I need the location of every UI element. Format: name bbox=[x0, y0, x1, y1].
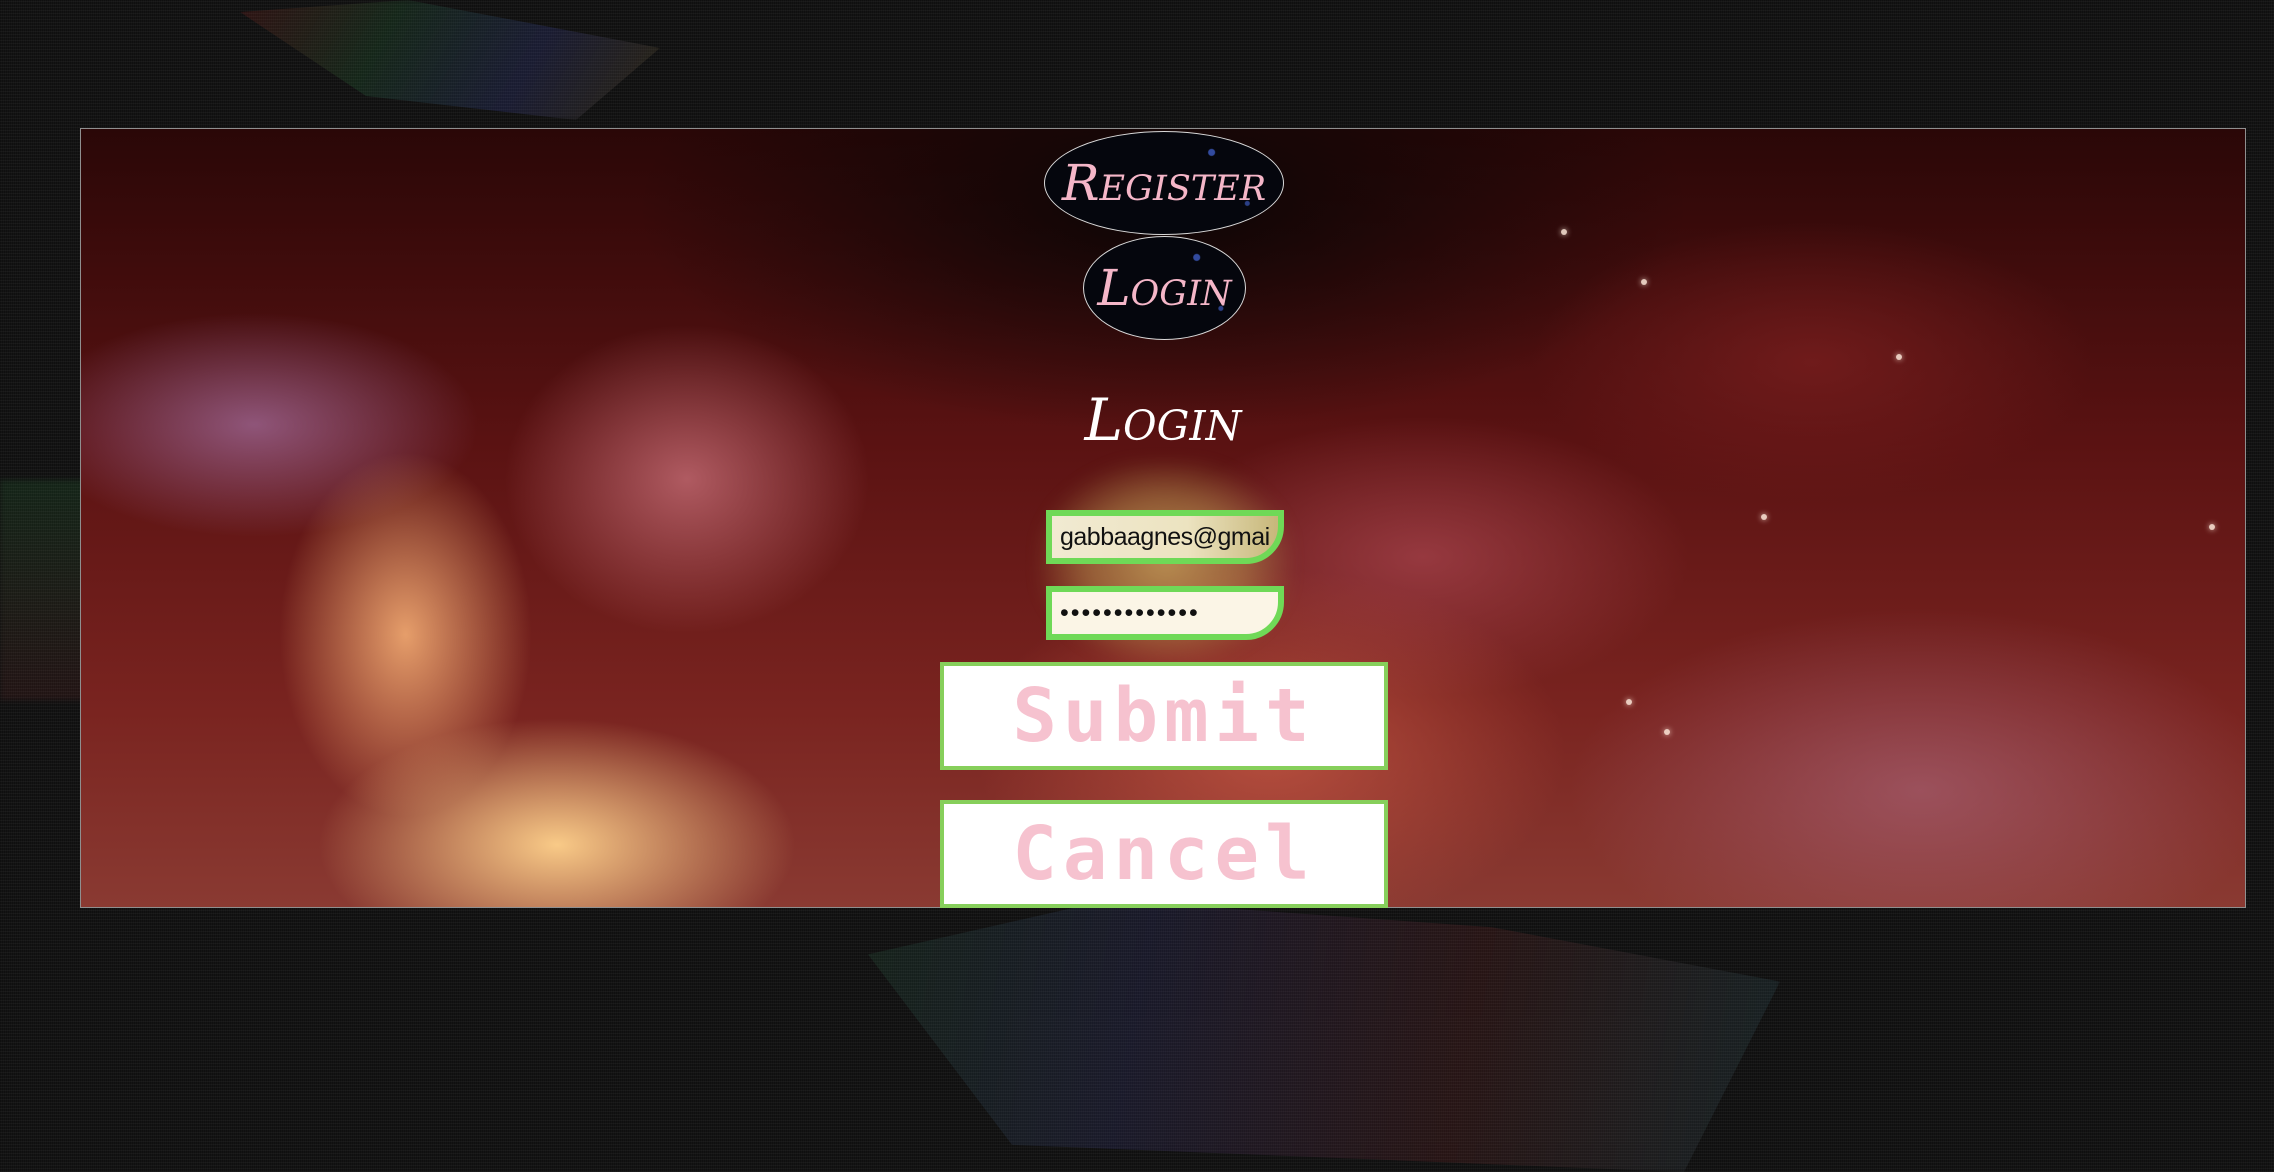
register-nav-button[interactable]: Register bbox=[1044, 131, 1284, 235]
cancel-button[interactable]: Cancel bbox=[940, 800, 1388, 908]
login-nav-button[interactable]: Login bbox=[1083, 236, 1246, 340]
star bbox=[1664, 729, 1670, 735]
background-glitch-bottom bbox=[868, 900, 1780, 1172]
email-field[interactable] bbox=[1046, 510, 1284, 564]
background-glitch-top bbox=[240, 0, 660, 120]
star bbox=[1641, 279, 1647, 285]
star bbox=[2209, 524, 2215, 530]
star bbox=[1896, 354, 1902, 360]
star bbox=[1561, 229, 1567, 235]
background-glitch-left bbox=[0, 480, 90, 700]
star bbox=[1626, 699, 1632, 705]
login-title: Login bbox=[1084, 386, 1242, 454]
submit-button[interactable]: Submit bbox=[940, 662, 1388, 770]
star bbox=[1761, 514, 1767, 520]
password-field[interactable] bbox=[1046, 586, 1284, 640]
